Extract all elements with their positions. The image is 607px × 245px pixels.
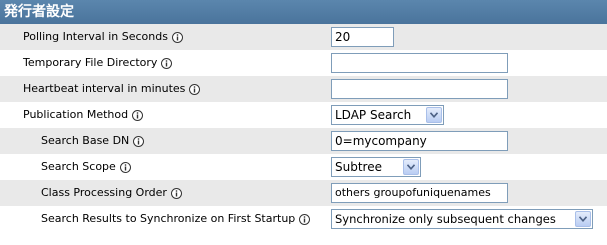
info-icon[interactable]: [133, 135, 145, 147]
heartbeat-interval-input[interactable]: [331, 79, 508, 99]
setting-label: Search Results to Synchronize on First S…: [41, 206, 311, 232]
chevron-down-icon[interactable]: [575, 211, 591, 227]
section-title: 発行者設定: [4, 4, 74, 20]
setting-row-search-base-dn: Search Base DN 0=mycompany: [0, 128, 607, 154]
setting-row-polling-interval: Polling Interval in Seconds 20: [0, 24, 607, 50]
info-icon[interactable]: [132, 109, 144, 121]
class-processing-order-input[interactable]: others groupofuniquenames: [331, 183, 508, 203]
setting-row-search-scope: Search Scope Subtree: [0, 154, 607, 180]
search-base-dn-input[interactable]: 0=mycompany: [331, 131, 508, 151]
setting-row-class-processing-order: Class Processing Order others groupofuni…: [0, 180, 607, 206]
info-icon[interactable]: [161, 57, 173, 69]
info-icon[interactable]: [189, 83, 201, 95]
info-icon[interactable]: [299, 213, 311, 225]
publication-method-select[interactable]: LDAP Search: [331, 105, 444, 125]
polling-interval-input[interactable]: 20: [331, 27, 394, 47]
setting-row-heartbeat: Heartbeat interval in minutes: [0, 76, 607, 102]
setting-row-temp-dir: Temporary File Directory: [0, 50, 607, 76]
setting-row-publication-method: Publication Method LDAP Search: [0, 102, 607, 128]
search-scope-select[interactable]: Subtree: [331, 157, 421, 177]
setting-label: Search Scope: [41, 154, 131, 180]
setting-label: Publication Method: [23, 102, 144, 128]
setting-label: Search Base DN: [41, 128, 145, 154]
info-icon[interactable]: [119, 161, 131, 173]
section-header: 発行者設定: [0, 0, 607, 24]
chevron-down-icon[interactable]: [403, 159, 419, 175]
temporary-file-directory-input[interactable]: [331, 53, 508, 73]
setting-label: Polling Interval in Seconds: [23, 24, 183, 50]
setting-label: Class Processing Order: [41, 180, 182, 206]
info-icon[interactable]: [170, 187, 182, 199]
info-icon[interactable]: [171, 31, 183, 43]
setting-label: Temporary File Directory: [23, 50, 173, 76]
chevron-down-icon[interactable]: [426, 107, 442, 123]
publisher-settings-panel: 発行者設定 Polling Interval in Seconds 20 Tem…: [0, 0, 607, 245]
setting-row-first-startup-sync: Search Results to Synchronize on First S…: [0, 206, 607, 232]
setting-label: Heartbeat interval in minutes: [23, 76, 201, 102]
first-startup-sync-select[interactable]: Synchronize only subsequent changes: [331, 209, 593, 229]
